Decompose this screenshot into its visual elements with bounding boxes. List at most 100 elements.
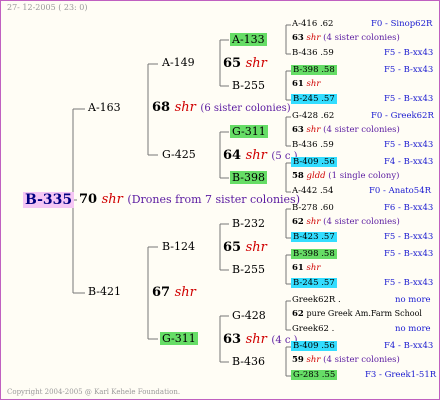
ancestor-row[interactable]: A-442 .54 (292, 186, 333, 196)
queen-g311-lower[interactable]: G-311 (160, 332, 198, 345)
queen-b421[interactable]: B-421 (88, 285, 121, 298)
ancestor-row[interactable]: B-398 .58 (291, 65, 337, 75)
date-stamp: 27- 12-2005 ( 23: 0) (7, 3, 88, 12)
drone-number-g311: 63 (223, 332, 242, 347)
ancestor-code: F0 - Greek62R (371, 111, 434, 121)
ancestor-code: F5 - B-xx43 (384, 278, 434, 288)
shr-label: gldd (306, 171, 326, 181)
ancestor-value: .62 (320, 111, 335, 121)
ancestor-value: .60 (320, 203, 334, 213)
queen-a149[interactable]: A-149 (162, 56, 195, 69)
ancestor-code: no more (395, 295, 431, 305)
pedigree-chart: 27- 12-2005 ( 23: 0) B-335 70 shr (Drone… (0, 0, 440, 400)
shr-label: shr (306, 217, 321, 227)
ancestor-name: B-436 (292, 140, 318, 150)
drone-number: 61 (292, 263, 304, 273)
queen-g311-upper-label: G-311 (230, 125, 268, 138)
queen-b398[interactable]: B-398 (230, 171, 267, 184)
root-queen[interactable]: B-335 (23, 192, 75, 208)
copyright-footer: Copyright 2004-2005 @ Karl Kehele Founda… (7, 388, 181, 396)
ancestor-drone-row: 61 shr (292, 79, 320, 89)
ancestor-row[interactable]: B-398 .58 (291, 249, 337, 259)
ancestor-row[interactable]: B-278 .60 (292, 203, 334, 213)
drone-number-b124: 65 (223, 240, 242, 255)
ancestor-value: .59 (320, 140, 334, 150)
colonies-note: (4 sister colonies) (323, 355, 400, 365)
ancestor-code: F5 - B-xx43 (384, 48, 434, 58)
shr-label: shr (306, 355, 321, 365)
ancestor-row[interactable]: B-409 .56 (291, 341, 337, 351)
ancestor-code: no more (395, 324, 431, 334)
origin-note: pure Greek Am.Farm School (306, 309, 422, 318)
ancestor-row[interactable]: B-245 .57 (291, 278, 337, 288)
drone-number: 62 (292, 309, 304, 319)
ancestor-row[interactable]: G-283 .55 (291, 370, 338, 380)
queen-a163[interactable]: A-163 (88, 101, 121, 114)
queen-b436[interactable]: B-436 (232, 355, 265, 368)
ancestor-value: .57 (321, 278, 335, 288)
colonies-note: (1 single colony) (328, 171, 400, 181)
ancestor-drone-row: 63 shr (4 sister colonies) (292, 125, 400, 135)
ancestor-code: F4 - B-xx43 (384, 157, 434, 167)
ancestor-row[interactable]: A-416 .62 (292, 19, 333, 29)
ancestor-value: .55 (321, 370, 336, 380)
ancestor-name: B-398 (293, 249, 319, 259)
root-drone-group: 70 shr (Drones from 7 sister colonies) (79, 192, 300, 207)
shr-label-a163: shr (174, 100, 196, 115)
ancestor-row[interactable]: Greek62 . (292, 324, 334, 334)
root-drone-number: 70 (79, 192, 98, 207)
drone-number-b421: 67 (152, 285, 171, 300)
ancestor-name: Greek62R (292, 295, 336, 305)
colonies-note: (4 sister colonies) (323, 217, 400, 227)
ancestor-code: F5 - B-xx43 (384, 232, 434, 242)
drone-number: 63 (292, 125, 304, 135)
ancestor-drone-row: 58 gldd (1 single colony) (292, 171, 399, 181)
drone-group-a149: 65 shr (223, 56, 267, 71)
ancestor-row[interactable]: Greek62R . (292, 295, 341, 305)
ancestor-row[interactable]: B-423 .57 (291, 232, 337, 242)
queen-b255-lower[interactable]: B-255 (232, 263, 265, 276)
queen-b232[interactable]: B-232 (232, 217, 265, 230)
shr-label-b124: shr (245, 240, 267, 255)
shr-label-g425: shr (245, 148, 267, 163)
ancestor-row[interactable]: B-409 .56 (291, 157, 337, 167)
queen-b398-label: B-398 (230, 171, 267, 184)
ancestor-name: B-409 (293, 157, 319, 167)
shr-label: shr (306, 125, 321, 135)
ancestor-code: F4 - B-xx43 (384, 341, 434, 351)
ancestor-drone-row: 62 shr (4 sister colonies) (292, 217, 400, 227)
ancestor-code: F0 - Sinop62R (371, 19, 433, 29)
ancestor-name: G-283 (293, 370, 320, 380)
drone-number: 59 (292, 355, 304, 365)
ancestor-code: F5 - B-xx43 (384, 94, 434, 104)
ancestor-name: B-398 (293, 65, 319, 75)
shr-label-g311: shr (245, 332, 267, 347)
ancestor-value: . (331, 324, 335, 334)
ancestor-row[interactable]: G-428 .62 (292, 111, 334, 121)
queen-b124[interactable]: B-124 (162, 240, 195, 253)
drone-number: 63 (292, 33, 304, 43)
colonies-note: (4 sister colonies) (323, 33, 400, 43)
ancestor-value: .62 (319, 19, 334, 29)
ancestor-row[interactable]: B-245 .57 (291, 94, 337, 104)
ancestor-value: .56 (321, 157, 335, 167)
ancestor-code: F0 - Anato54R (369, 186, 432, 196)
ancestor-row[interactable]: B-436 .59 (292, 140, 334, 150)
ancestor-code: F6 - B-xx43 (384, 203, 434, 213)
ancestor-name: B-245 (293, 94, 319, 104)
root-drones-note: (Drones from 7 sister colonies) (127, 193, 300, 206)
ancestor-row[interactable]: B-436 .59 (292, 48, 334, 58)
ancestor-value: .57 (321, 94, 335, 104)
ancestor-code: F3 - Greek1-51R (365, 370, 437, 380)
drone-group-a163: 68 shr (6 sister colonies) (152, 100, 291, 115)
ancestor-drone-row: 63 shr (4 sister colonies) (292, 33, 400, 43)
queen-g425[interactable]: G-425 (162, 148, 196, 161)
drone-number-g425: 64 (223, 148, 242, 163)
queen-g428[interactable]: G-428 (232, 309, 266, 322)
ancestor-code: F5 - B-xx43 (384, 140, 434, 150)
queen-b255-upper[interactable]: B-255 (232, 79, 265, 92)
ancestor-value: .54 (319, 186, 334, 196)
drone-number-a149: 65 (223, 56, 242, 71)
queen-a133[interactable]: A-133 (230, 33, 267, 46)
queen-g311-upper[interactable]: G-311 (230, 125, 268, 138)
